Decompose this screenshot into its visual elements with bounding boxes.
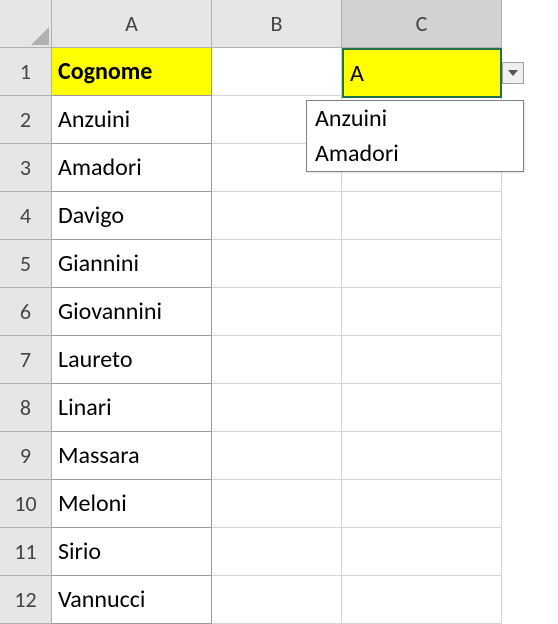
cell-c8[interactable]: [342, 384, 502, 432]
column-header-a[interactable]: A: [52, 0, 212, 48]
row-header-9[interactable]: 9: [0, 432, 52, 480]
cell-c11[interactable]: [342, 528, 502, 576]
cell-b5[interactable]: [212, 240, 342, 288]
cell-a3[interactable]: Amadori: [52, 144, 212, 192]
cell-b10[interactable]: [212, 480, 342, 528]
cell-c5[interactable]: [342, 240, 502, 288]
cell-c10[interactable]: [342, 480, 502, 528]
column-header-c[interactable]: C: [342, 0, 502, 48]
cell-a6[interactable]: Giovannini: [52, 288, 212, 336]
chevron-down-icon: [508, 70, 518, 76]
row-header-6[interactable]: 6: [0, 288, 52, 336]
cell-b9[interactable]: [212, 432, 342, 480]
cell-a2[interactable]: Anzuini: [52, 96, 212, 144]
cell-b12[interactable]: [212, 576, 342, 624]
cell-a9[interactable]: Massara: [52, 432, 212, 480]
cell-c7[interactable]: [342, 336, 502, 384]
row-header-10[interactable]: 10: [0, 480, 52, 528]
cell-a11[interactable]: Sirio: [52, 528, 212, 576]
active-cell-value: A: [350, 59, 364, 88]
dropdown-item[interactable]: Amadori: [307, 136, 523, 171]
row-header-8[interactable]: 8: [0, 384, 52, 432]
cell-c4[interactable]: [342, 192, 502, 240]
cell-b11[interactable]: [212, 528, 342, 576]
cell-a1[interactable]: Cognome: [52, 48, 212, 96]
active-cell-c2[interactable]: A: [342, 48, 502, 98]
cell-b1[interactable]: [212, 48, 342, 96]
row-header-7[interactable]: 7: [0, 336, 52, 384]
row-header-2[interactable]: 2: [0, 96, 52, 144]
row-header-12[interactable]: 12: [0, 576, 52, 624]
cell-a10[interactable]: Meloni: [52, 480, 212, 528]
row-header-3[interactable]: 3: [0, 144, 52, 192]
select-all-corner[interactable]: [0, 0, 52, 48]
cell-c9[interactable]: [342, 432, 502, 480]
cell-a7[interactable]: Laureto: [52, 336, 212, 384]
cell-a4[interactable]: Davigo: [52, 192, 212, 240]
row-header-11[interactable]: 11: [0, 528, 52, 576]
row-header-5[interactable]: 5: [0, 240, 52, 288]
select-all-triangle-icon: [31, 27, 49, 45]
dropdown-item[interactable]: Anzuini: [307, 101, 523, 136]
column-header-b[interactable]: B: [212, 0, 342, 48]
row-header-1[interactable]: 1: [0, 48, 52, 96]
cell-a5[interactable]: Giannini: [52, 240, 212, 288]
cell-c12[interactable]: [342, 576, 502, 624]
row-header-4[interactable]: 4: [0, 192, 52, 240]
cell-a8[interactable]: Linari: [52, 384, 212, 432]
cell-b8[interactable]: [212, 384, 342, 432]
cell-b4[interactable]: [212, 192, 342, 240]
cell-b6[interactable]: [212, 288, 342, 336]
cell-b7[interactable]: [212, 336, 342, 384]
dropdown-button[interactable]: [502, 62, 524, 84]
dropdown-list: Anzuini Amadori: [306, 100, 524, 172]
cell-a12[interactable]: Vannucci: [52, 576, 212, 624]
cell-c6[interactable]: [342, 288, 502, 336]
